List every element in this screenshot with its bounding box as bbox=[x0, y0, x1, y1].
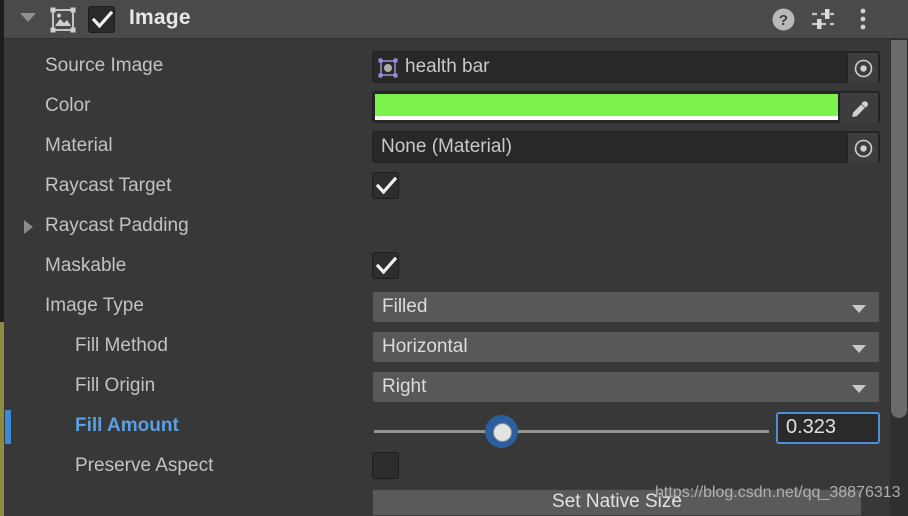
maskable-label: Maskable bbox=[45, 255, 127, 276]
svg-text:?: ? bbox=[779, 12, 788, 29]
fill-origin-label: Fill Origin bbox=[75, 375, 156, 396]
fill-method-dropdown[interactable]: Horizontal bbox=[372, 331, 880, 363]
color-label: Color bbox=[45, 95, 91, 116]
component-foldout-icon[interactable] bbox=[20, 13, 36, 22]
eyedropper-icon[interactable] bbox=[839, 93, 878, 123]
image-type-dropdown[interactable]: Filled bbox=[372, 291, 880, 323]
chevron-down-icon bbox=[852, 345, 866, 353]
chevron-down-icon bbox=[852, 385, 866, 393]
chevron-right-icon[interactable] bbox=[24, 220, 33, 234]
sprite-icon bbox=[378, 58, 398, 78]
preset-icon[interactable] bbox=[810, 7, 836, 37]
row-color: Color bbox=[18, 87, 908, 127]
material-value: None (Material) bbox=[381, 136, 512, 157]
fill-amount-label: Fill Amount bbox=[75, 415, 179, 436]
component-title: Image bbox=[129, 6, 191, 29]
source-image-field[interactable]: health bar bbox=[372, 51, 880, 83]
row-fill-method: Fill Method Horizontal bbox=[18, 327, 908, 367]
fill-amount-slider-track[interactable] bbox=[374, 430, 769, 433]
watermark-text: https://blog.csdn.net/qq_38876313 bbox=[655, 484, 901, 501]
row-preserve-aspect: Preserve Aspect bbox=[18, 447, 908, 487]
row-raycast-target: Raycast Target bbox=[18, 167, 908, 207]
fill-amount-input[interactable]: 0.323 bbox=[776, 412, 880, 444]
object-picker-icon[interactable] bbox=[847, 133, 878, 163]
fill-origin-dropdown[interactable]: Right bbox=[372, 371, 880, 403]
fill-origin-value: Right bbox=[382, 376, 427, 397]
raycast-target-label: Raycast Target bbox=[45, 175, 172, 196]
row-raycast-padding[interactable]: Raycast Padding bbox=[18, 207, 908, 247]
row-material: Material None (Material) bbox=[18, 127, 908, 167]
component-enabled-checkbox[interactable] bbox=[88, 6, 115, 33]
material-field[interactable]: None (Material) bbox=[372, 131, 880, 163]
fill-method-value: Horizontal bbox=[382, 336, 468, 357]
color-swatch[interactable] bbox=[375, 94, 838, 116]
material-label: Material bbox=[45, 135, 113, 156]
component-header[interactable]: Image ? bbox=[4, 0, 908, 39]
source-image-label: Source Image bbox=[45, 55, 164, 76]
color-alpha-bar bbox=[375, 116, 838, 120]
object-picker-icon[interactable] bbox=[847, 53, 878, 83]
image-type-value: Filled bbox=[382, 296, 428, 317]
row-image-type: Image Type Filled bbox=[18, 287, 908, 327]
vertical-scrollbar-thumb[interactable] bbox=[891, 40, 907, 418]
fill-amount-value: 0.323 bbox=[786, 416, 837, 438]
maskable-checkbox[interactable] bbox=[372, 252, 399, 279]
preserve-aspect-label: Preserve Aspect bbox=[75, 455, 214, 476]
row-source-image: Source Image health bar bbox=[18, 47, 908, 87]
image-type-label: Image Type bbox=[45, 295, 144, 316]
row-fill-origin: Fill Origin Right bbox=[18, 367, 908, 407]
source-image-value: health bar bbox=[405, 56, 490, 77]
chevron-down-icon bbox=[852, 305, 866, 313]
image-component-icon bbox=[48, 5, 78, 35]
image-component-inspector: Image ? Source Image health bar Color Ma… bbox=[0, 0, 908, 516]
raycast-target-checkbox[interactable] bbox=[372, 172, 399, 199]
raycast-padding-label: Raycast Padding bbox=[45, 215, 189, 236]
more-menu-icon[interactable] bbox=[853, 7, 873, 37]
help-icon[interactable]: ? bbox=[771, 7, 796, 37]
preserve-aspect-checkbox[interactable] bbox=[372, 452, 399, 479]
row-fill-amount: Fill Amount 0.323 bbox=[5, 407, 908, 448]
fill-amount-slider-handle[interactable] bbox=[485, 415, 519, 448]
modified-property-marker bbox=[5, 410, 11, 444]
row-maskable: Maskable bbox=[18, 247, 908, 287]
fill-method-label: Fill Method bbox=[75, 335, 168, 356]
color-field[interactable] bbox=[372, 91, 880, 123]
